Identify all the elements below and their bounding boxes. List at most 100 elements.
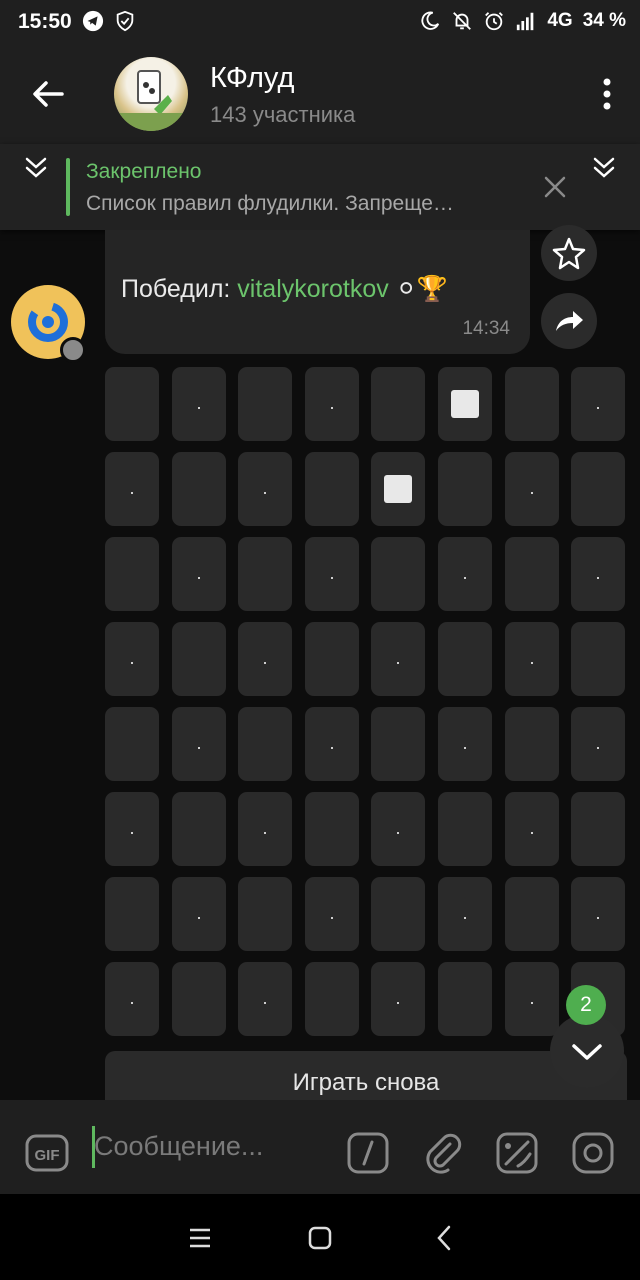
bell-off-icon [453,12,472,30]
favorite-button[interactable] [541,225,597,281]
game-cell[interactable] [371,622,425,696]
game-cell[interactable] [505,707,559,781]
message-bubble[interactable]: Победил: vitalykorotkov ⚪🏆 14:34 [105,230,530,354]
double-chevron-down-icon[interactable] [590,154,618,182]
game-cell[interactable] [438,367,492,441]
cell-dot [531,832,533,834]
cell-dot [264,662,266,664]
camera-icon[interactable] [570,1130,616,1176]
game-cell[interactable] [371,367,425,441]
game-cell[interactable] [371,792,425,866]
game-cell[interactable] [238,367,292,441]
chat-avatar[interactable] [114,57,188,131]
game-cell[interactable] [505,367,559,441]
gif-button[interactable]: GIF [24,1130,70,1176]
telegram-icon [82,10,104,32]
game-cell[interactable] [105,962,159,1036]
game-cell[interactable] [505,452,559,526]
game-cell[interactable] [305,792,359,866]
game-cell[interactable] [505,622,559,696]
star-icon [552,237,586,270]
game-cell[interactable] [371,452,425,526]
game-cell[interactable] [371,962,425,1036]
back-arrow-icon[interactable] [28,74,68,114]
game-cell[interactable] [505,537,559,611]
back-nav-icon[interactable] [434,1224,454,1252]
double-chevron-down-icon[interactable] [22,154,50,182]
game-cell[interactable] [371,537,425,611]
scroll-down-button[interactable] [550,1014,624,1088]
game-cell[interactable] [438,877,492,951]
bot-commands-icon[interactable] [346,1130,392,1176]
game-cell[interactable] [238,707,292,781]
cell-dot [464,747,466,749]
game-cell[interactable] [438,707,492,781]
game-cell[interactable] [505,877,559,951]
member-count: 143 участника [210,102,356,127]
game-cell[interactable] [371,707,425,781]
game-cell[interactable] [172,707,226,781]
attach-icon[interactable] [420,1130,466,1176]
cell-dot [464,917,466,919]
chat-title[interactable]: КФлуд [210,62,294,95]
game-cell[interactable] [105,707,159,781]
cell-dot [131,832,133,834]
game-cell[interactable] [571,367,625,441]
pinned-message-bar[interactable]: Закреплено Список правил флудилки. Запре… [0,144,640,230]
game-cell[interactable] [505,792,559,866]
cell-dot [131,662,133,664]
message-input-bar [0,1100,640,1194]
game-cell[interactable] [571,622,625,696]
white-square-marker [384,475,412,503]
game-cell[interactable] [172,537,226,611]
sticker-emoji-icon[interactable] [494,1130,540,1176]
game-cell[interactable] [105,792,159,866]
game-cell[interactable] [172,367,226,441]
game-cell[interactable] [172,962,226,1036]
game-cell[interactable] [305,962,359,1036]
game-cell[interactable] [305,707,359,781]
game-cell[interactable] [305,452,359,526]
game-cell[interactable] [571,877,625,951]
game-cell[interactable] [172,622,226,696]
game-cell[interactable] [438,537,492,611]
cell-dot [331,747,333,749]
game-cell[interactable] [238,792,292,866]
recent-apps-icon[interactable] [188,1228,212,1248]
forward-button[interactable] [541,293,597,349]
game-cell[interactable] [305,537,359,611]
game-cell[interactable] [172,792,226,866]
game-cell[interactable] [438,452,492,526]
cell-dot [331,577,333,579]
game-cell[interactable] [105,622,159,696]
game-cell[interactable] [305,367,359,441]
game-cell[interactable] [105,452,159,526]
game-cell[interactable] [238,622,292,696]
game-cell[interactable] [172,452,226,526]
game-cell[interactable] [238,877,292,951]
more-vert-icon[interactable] [602,78,612,110]
game-cell[interactable] [438,792,492,866]
play-again-label: Играть снова [292,1069,440,1096]
game-cell[interactable] [238,537,292,611]
game-cell[interactable] [571,452,625,526]
winner-mention[interactable]: vitalykorotkov [237,275,388,303]
game-cell[interactable] [571,707,625,781]
close-icon[interactable] [542,174,568,200]
game-cell[interactable] [438,962,492,1036]
home-icon[interactable] [308,1226,332,1250]
game-cell[interactable] [571,792,625,866]
cell-dot [198,577,200,579]
game-cell[interactable] [105,877,159,951]
game-cell[interactable] [305,877,359,951]
message-input[interactable] [94,1124,324,1168]
game-cell[interactable] [238,452,292,526]
game-cell[interactable] [371,877,425,951]
game-cell[interactable] [305,622,359,696]
game-cell[interactable] [438,622,492,696]
game-cell[interactable] [172,877,226,951]
game-cell[interactable] [105,367,159,441]
game-cell[interactable] [105,537,159,611]
game-cell[interactable] [238,962,292,1036]
game-cell[interactable] [571,537,625,611]
